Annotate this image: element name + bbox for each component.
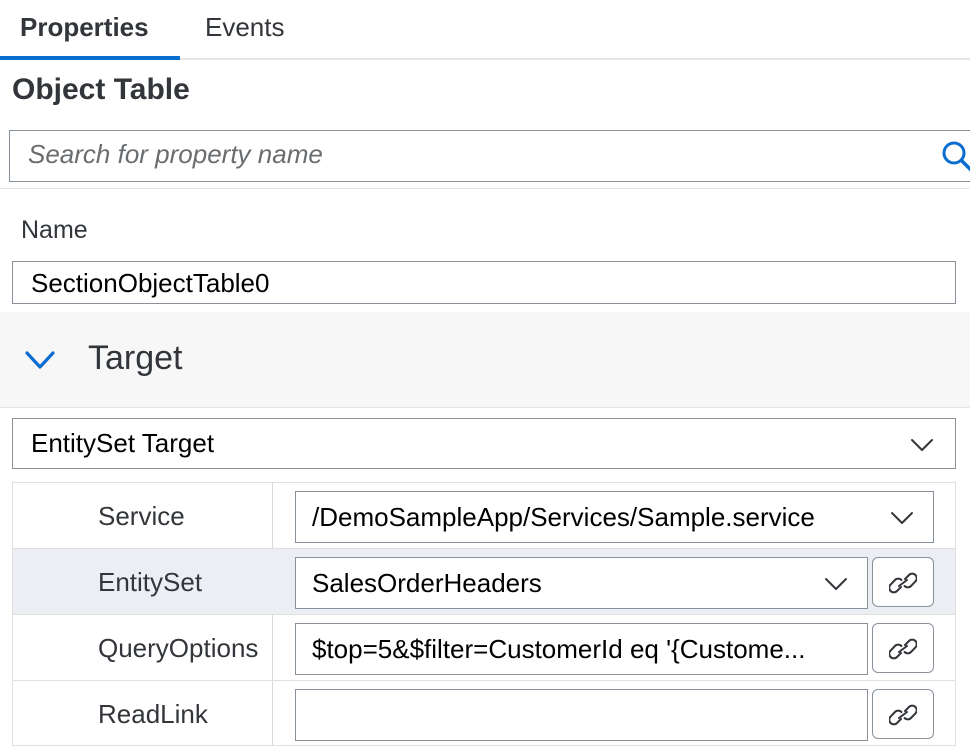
readlink-input[interactable] [295, 689, 868, 741]
queryoptions-value: $top=5&$filter=CustomerId eq '{Custome..… [312, 634, 806, 664]
tab-events[interactable]: Events [205, 12, 285, 43]
target-properties-grid: Service /DemoSampleApp/Services/Sample.s… [12, 482, 956, 746]
chevron-down-icon[interactable] [22, 342, 58, 378]
queryoptions-link-button[interactable] [872, 623, 934, 673]
queryoptions-input[interactable]: $top=5&$filter=CustomerId eq '{Custome..… [295, 623, 868, 675]
link-icon [889, 638, 917, 660]
name-field[interactable]: SectionObjectTable0 [12, 261, 956, 304]
row-queryoptions: QueryOptions $top=5&$filter=CustomerId e… [13, 615, 955, 681]
search-icon[interactable] [941, 140, 970, 174]
row-service: Service /DemoSampleApp/Services/Sample.s… [13, 483, 955, 549]
chevron-down-icon[interactable] [823, 571, 849, 597]
service-label: Service [98, 501, 185, 531]
tab-properties[interactable]: Properties [20, 12, 149, 43]
name-label: Name [21, 216, 88, 244]
tab-bar: Properties Events [0, 0, 970, 60]
active-tab-indicator [0, 56, 180, 60]
target-section-header[interactable]: Target [0, 312, 970, 408]
row-readlink: ReadLink [13, 681, 955, 747]
service-value: /DemoSampleApp/Services/Sample.service [312, 502, 815, 532]
search-input[interactable]: Search for property name [28, 139, 323, 170]
link-icon [889, 704, 917, 726]
name-value: SectionObjectTable0 [31, 268, 270, 298]
readlink-label: ReadLink [98, 699, 208, 729]
object-title: Object Table [12, 73, 190, 106]
queryoptions-label: QueryOptions [98, 633, 259, 663]
entityset-value: SalesOrderHeaders [312, 568, 542, 598]
entityset-label: EntitySet [98, 567, 203, 597]
chevron-down-icon[interactable] [909, 432, 935, 458]
link-icon [889, 572, 917, 594]
divider [0, 188, 970, 189]
section-title: Target [88, 339, 183, 377]
property-search[interactable]: Search for property name [9, 130, 970, 182]
entityset-link-button[interactable] [872, 557, 934, 607]
entityset-select[interactable]: SalesOrderHeaders [295, 557, 868, 609]
service-select[interactable]: /DemoSampleApp/Services/Sample.service [295, 491, 934, 543]
target-type-select[interactable]: EntitySet Target [12, 418, 956, 469]
readlink-link-button[interactable] [872, 689, 934, 739]
chevron-down-icon[interactable] [889, 505, 915, 531]
row-entityset: EntitySet SalesOrderHeaders [13, 549, 955, 615]
target-type-value: EntitySet Target [31, 428, 215, 458]
